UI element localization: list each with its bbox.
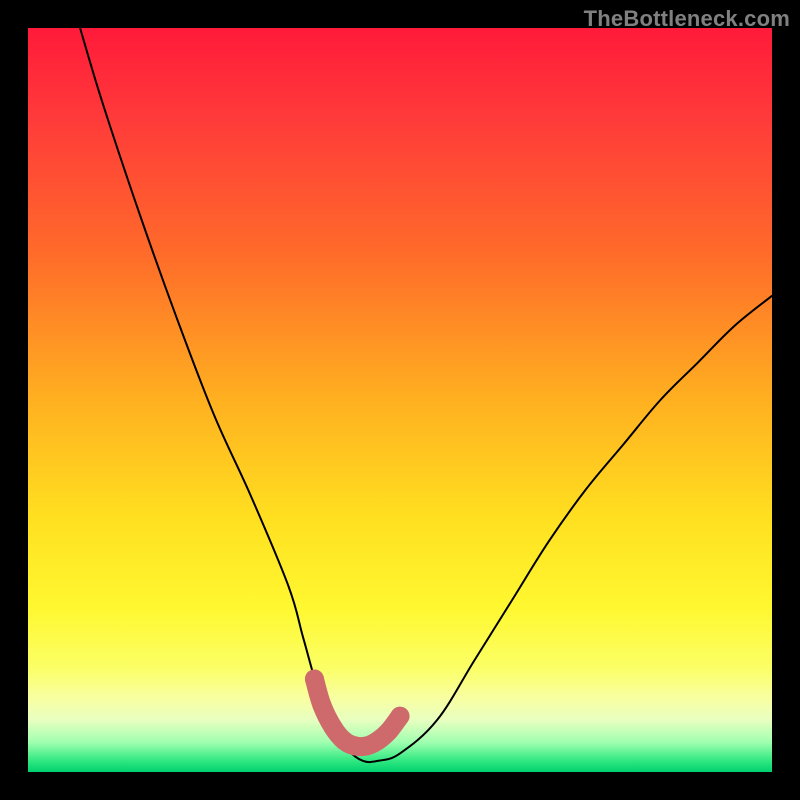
chart-stage: TheBottleneck.com [0,0,800,800]
watermark-text: TheBottleneck.com [584,6,790,32]
optimal-region-dot [312,696,331,715]
optimal-region-dot [305,670,324,689]
bottleneck-chart [0,0,800,800]
optimal-region-dot [391,707,410,726]
